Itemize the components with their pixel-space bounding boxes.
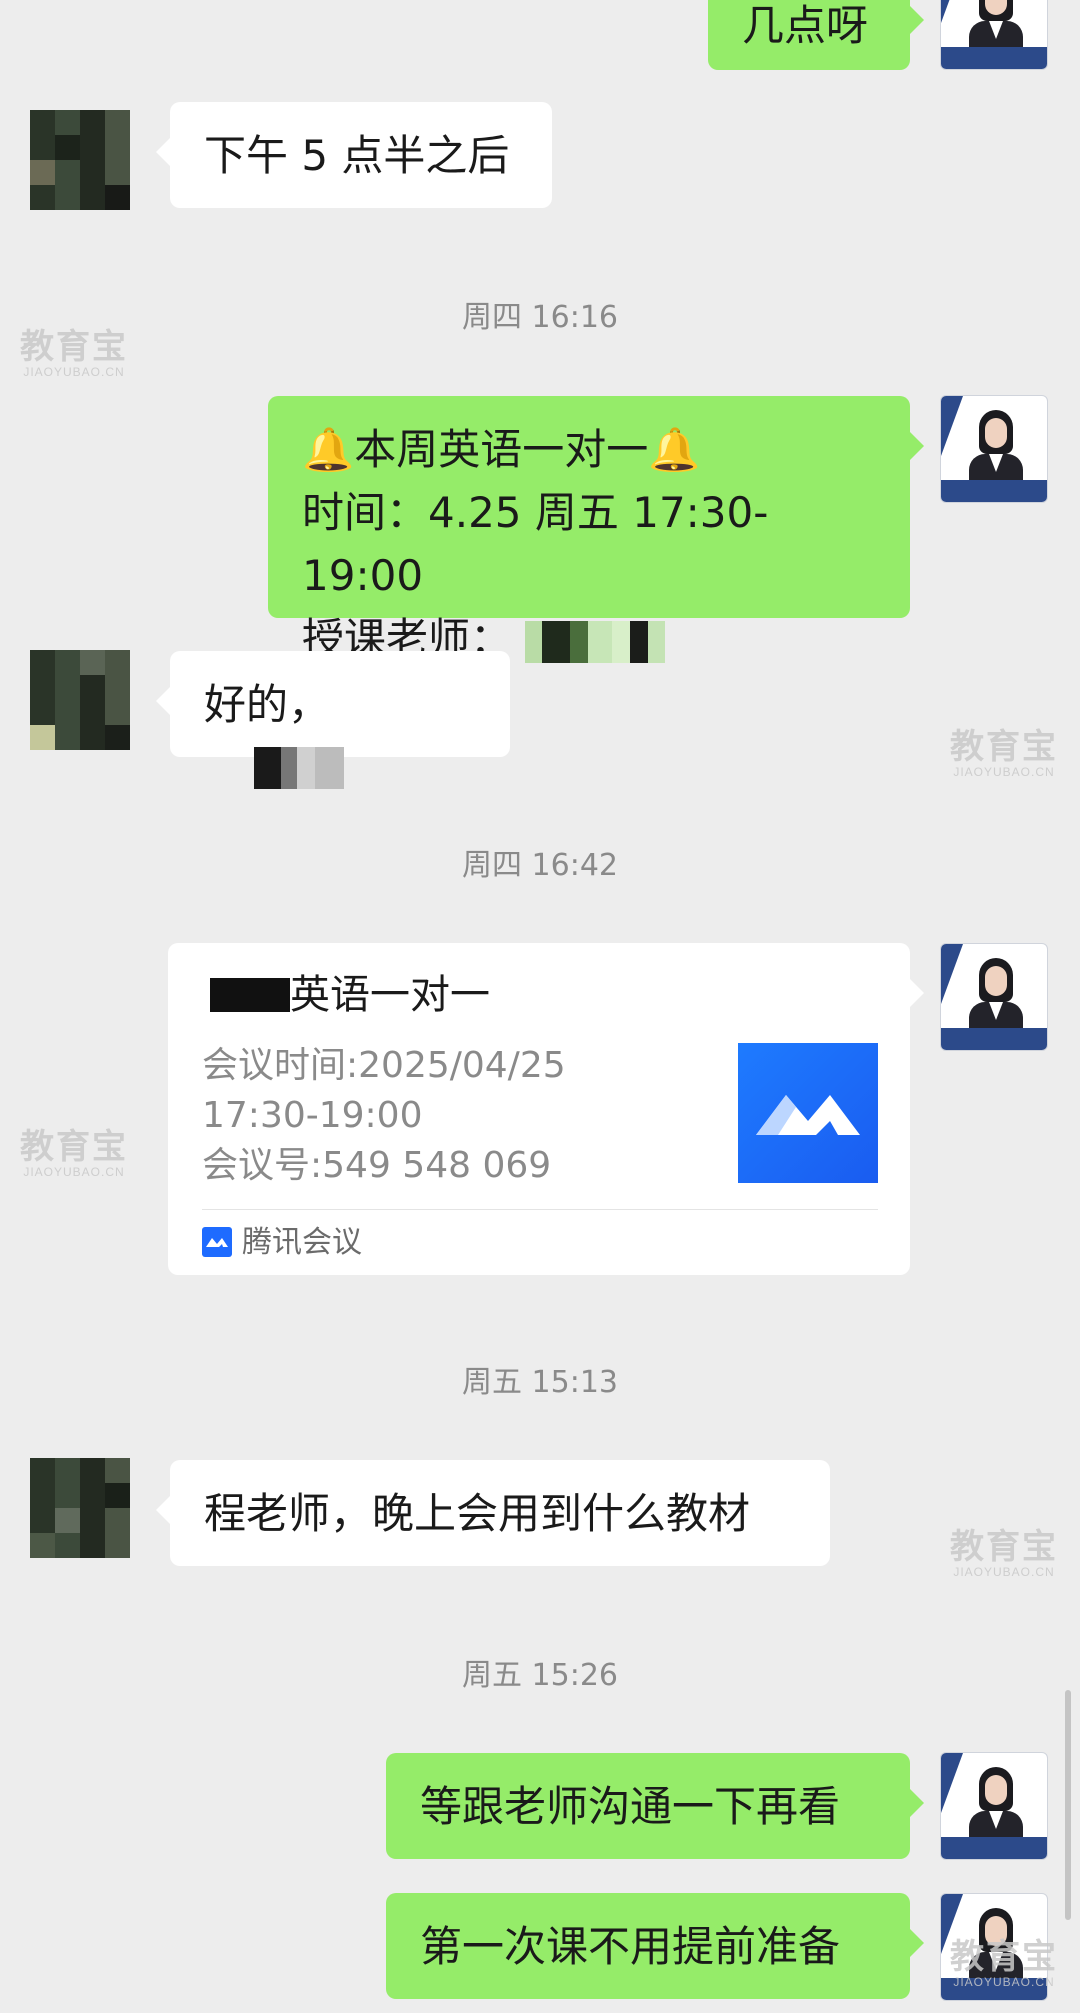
card-divider bbox=[202, 1209, 878, 1210]
watermark: 教育宝 JIAOYUBAO.CN bbox=[950, 727, 1058, 779]
my-avatar[interactable] bbox=[940, 0, 1048, 70]
my-avatar[interactable] bbox=[940, 943, 1048, 1051]
contact-avatar[interactable] bbox=[30, 110, 130, 210]
meeting-time: 会议时间:2025/04/25 17:30-19:00 会议号:549 548 … bbox=[202, 1041, 566, 1191]
watermark: 教育宝 JIAOYUBAO.CN bbox=[20, 1127, 128, 1179]
message-line-title: 🔔本周英语一对一🔔 bbox=[302, 425, 701, 474]
timestamp: 周五 15:26 bbox=[462, 1658, 618, 1693]
message-bubble-outgoing[interactable]: 🔔本周英语一对一🔔 时间：4.25 周五 17:30-19:00 授课老师： bbox=[268, 396, 924, 663]
card-title: 英语一对一 bbox=[210, 975, 490, 1015]
tencent-meeting-small-icon bbox=[202, 1227, 232, 1257]
contact-avatar[interactable] bbox=[30, 650, 130, 750]
watermark: 教育宝 JIAOYUBAO.CN bbox=[950, 1527, 1058, 1579]
message-text: 程老师，晚上会用到什么教材 bbox=[204, 1489, 751, 1538]
watermark: 教育宝 JIAOYUBAO.CN bbox=[950, 1937, 1058, 1989]
message-text: 几点呀 bbox=[742, 1, 869, 50]
card-footer: 腾讯会议 bbox=[202, 1227, 362, 1258]
message-line-time: 时间：4.25 周五 17:30-19:00 bbox=[302, 488, 769, 600]
timestamp: 周五 15:13 bbox=[462, 1365, 618, 1400]
timestamp: 周四 16:42 bbox=[462, 848, 618, 883]
redacted-title-prefix bbox=[210, 978, 290, 1012]
my-avatar[interactable] bbox=[940, 1752, 1048, 1860]
meeting-invite-card[interactable]: 英语一对一 会议时间:2025/04/25 17:30-19:00 会议号:54… bbox=[168, 943, 924, 1275]
message-bubble-incoming[interactable]: 下午 5 点半之后 bbox=[156, 102, 552, 208]
message-bubble-incoming[interactable]: 好的， bbox=[156, 651, 510, 790]
message-text: 下午 5 点半之后 bbox=[204, 131, 510, 180]
redacted-name bbox=[254, 747, 344, 790]
timestamp: 周四 16:16 bbox=[462, 300, 618, 335]
message-bubble-outgoing[interactable]: 等跟老师沟通一下再看 bbox=[386, 1753, 924, 1859]
redacted-name bbox=[525, 620, 666, 663]
message-bubble-incoming[interactable]: 程老师，晚上会用到什么教材 bbox=[156, 1460, 830, 1566]
meeting-id: 会议号:549 548 069 bbox=[202, 1145, 552, 1186]
message-text: 好的， bbox=[204, 680, 331, 729]
message-bubble-outgoing[interactable]: 几点呀 bbox=[708, 0, 924, 70]
watermark: 教育宝 JIAOYUBAO.CN bbox=[20, 327, 128, 379]
my-avatar[interactable] bbox=[940, 395, 1048, 503]
scrollbar[interactable] bbox=[1065, 1690, 1071, 1920]
message-text: 等跟老师沟通一下再看 bbox=[420, 1782, 841, 1831]
contact-avatar[interactable] bbox=[30, 1458, 130, 1558]
tencent-meeting-logo-icon bbox=[738, 1043, 878, 1183]
message-text: 第一次课不用提前准备 bbox=[420, 1922, 841, 1971]
message-bubble-outgoing[interactable]: 第一次课不用提前准备 bbox=[386, 1893, 924, 1999]
